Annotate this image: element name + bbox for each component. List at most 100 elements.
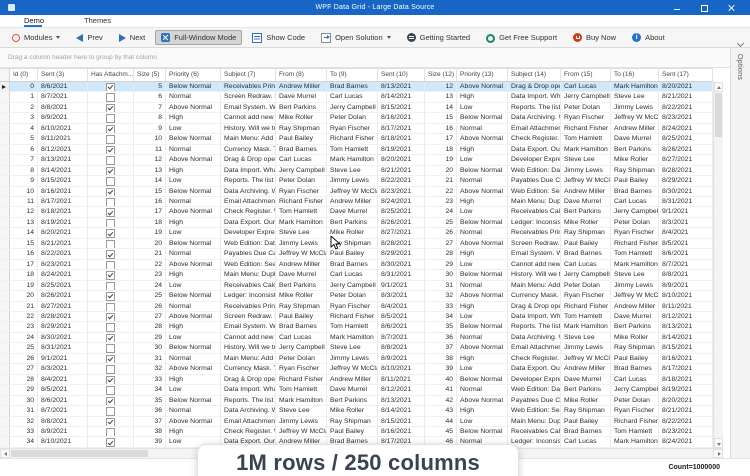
grid-cell[interactable]: 8/3/2021: [378, 291, 425, 301]
grid-cell[interactable]: 8/24/2021: [659, 124, 713, 134]
grid-cell[interactable]: 9: [10, 176, 38, 186]
grid-cell[interactable]: Ray Shipman: [327, 417, 378, 427]
grid-cell[interactable]: Ray Shipman: [611, 166, 659, 176]
column-header-sent-10[interactable]: Sent (10): [378, 69, 425, 81]
grid-cell[interactable]: 24: [425, 207, 457, 217]
toolbar-overflow-chevron-icon[interactable]: [738, 40, 745, 47]
grid-cell[interactable]: [88, 82, 134, 92]
grid-cell[interactable]: Reports. The list of...: [221, 396, 276, 406]
grid-cell[interactable]: High: [166, 270, 221, 280]
grid-cell[interactable]: 8/15/2021: [378, 103, 425, 113]
grid-cell[interactable]: Cannot add new ve...: [508, 260, 561, 270]
grid-cell[interactable]: 8/5/2021: [378, 312, 425, 322]
grid-cell[interactable]: Normal: [166, 302, 221, 312]
grid-cell[interactable]: 8/31/2021: [378, 270, 425, 280]
grid-cell[interactable]: Below Normal: [166, 82, 221, 92]
grid-cell[interactable]: Drag & Drop oper...: [221, 375, 276, 385]
grid-cell[interactable]: 5: [10, 134, 38, 144]
grid-cell[interactable]: Peter Dolan: [276, 354, 327, 364]
grid-cell[interactable]: Mike Roller: [561, 396, 611, 406]
grid-cell[interactable]: [88, 322, 134, 332]
grid-cell[interactable]: 8/26/2021: [659, 145, 713, 155]
table-row[interactable]: 128/18/202117Above NormalCheck Register.…: [0, 207, 713, 217]
grid-cell[interactable]: High: [457, 302, 508, 312]
grid-cell[interactable]: 8/17/2021: [659, 364, 713, 374]
grid-cell[interactable]: Screen Redraw. So...: [221, 92, 276, 102]
grid-cell[interactable]: Above Normal: [457, 343, 508, 353]
grid-cell[interactable]: Normal: [457, 176, 508, 186]
grid-cell[interactable]: Ledger: Inconsisten...: [221, 291, 276, 301]
grid-cell[interactable]: Below Normal: [457, 322, 508, 332]
grid-cell[interactable]: Normal: [457, 385, 508, 395]
grid-cell[interactable]: Jimmy Lewis: [611, 103, 659, 113]
horizontal-scroll-thumb[interactable]: [11, 450, 148, 457]
scroll-down-arrow-icon[interactable]: [714, 438, 723, 448]
grid-cell[interactable]: Email System. Wha...: [221, 322, 276, 332]
grid-cell[interactable]: Andrew Miller: [327, 375, 378, 385]
grid-cell[interactable]: Below Normal: [166, 291, 221, 301]
grid-cell[interactable]: Tom Hamlett: [327, 145, 378, 155]
grid-cell[interactable]: Receivables Calcula...: [221, 281, 276, 291]
grid-cell[interactable]: Above Normal: [166, 260, 221, 270]
grid-cell[interactable]: [88, 281, 134, 291]
column-header-size-12[interactable]: Size (12): [425, 69, 457, 81]
grid-cell[interactable]: Ryan Fischer: [327, 124, 378, 134]
prev-button[interactable]: Prev: [70, 30, 108, 45]
grid-cell[interactable]: 15: [10, 239, 38, 249]
grid-cell[interactable]: Email Attachments...: [508, 124, 561, 134]
grid-cell[interactable]: 23: [425, 197, 457, 207]
grid-cell[interactable]: Jerry Campbell: [611, 385, 659, 395]
grid-cell[interactable]: 10: [134, 134, 166, 144]
attachment-checkbox[interactable]: [106, 240, 115, 249]
attachment-checkbox[interactable]: [106, 93, 115, 102]
table-row[interactable]: 258/31/202130Below NormalHistory. Will w…: [0, 343, 713, 353]
grid-cell[interactable]: Bert Parkins: [276, 103, 327, 113]
grid-cell[interactable]: 17: [134, 207, 166, 217]
grid-cell[interactable]: 8/29/2021: [38, 322, 88, 332]
grid-cell[interactable]: Main Menu: Duplic...: [508, 197, 561, 207]
grid-cell[interactable]: Mark Hamilton: [561, 322, 611, 332]
grid-cell[interactable]: 39: [425, 364, 457, 374]
grid-cell[interactable]: Paul Bailey: [327, 427, 378, 437]
grid-cell[interactable]: 11: [134, 145, 166, 155]
grid-cell[interactable]: Tom Hamlett: [611, 249, 659, 259]
grid-cell[interactable]: Low: [166, 281, 221, 291]
grid-cell[interactable]: [88, 103, 134, 113]
grid-cell[interactable]: 3: [10, 113, 38, 123]
grid-cell[interactable]: 8/11/2021: [659, 302, 713, 312]
get-free-support-button[interactable]: Get Free Support: [480, 30, 563, 46]
column-header-sent-17[interactable]: Sent (17): [659, 69, 713, 81]
attachment-checkbox[interactable]: [106, 386, 115, 395]
grid-cell[interactable]: Steve Lee: [611, 270, 659, 280]
grid-cell[interactable]: Jimmy Lewis: [276, 417, 327, 427]
grid-cell[interactable]: 8/20/2021: [378, 155, 425, 165]
grid-cell[interactable]: Normal: [166, 406, 221, 416]
grid-cell[interactable]: 8/28/2021: [378, 239, 425, 249]
grid-cell[interactable]: 16: [10, 249, 38, 259]
grid-cell[interactable]: Steve Lee: [327, 166, 378, 176]
grid-cell[interactable]: 8/8/2021: [38, 417, 88, 427]
grid-cell[interactable]: [88, 239, 134, 249]
grid-cell[interactable]: Web Edition: Searc...: [221, 260, 276, 270]
grid-cell[interactable]: Screen Redraw. So...: [508, 239, 561, 249]
grid-cell[interactable]: Brad Barnes: [561, 427, 611, 437]
grid-cell[interactable]: 8/29/2021: [378, 249, 425, 259]
grid-cell[interactable]: 37: [134, 417, 166, 427]
grid-cell[interactable]: Above Normal: [166, 417, 221, 427]
grid-cell[interactable]: Richard Fisher: [327, 134, 378, 144]
grid-cell[interactable]: Web Edition: Data...: [221, 239, 276, 249]
grid-cell[interactable]: 8/9/2021: [378, 354, 425, 364]
attachment-checkbox[interactable]: [106, 292, 115, 301]
grid-cell[interactable]: 16: [425, 124, 457, 134]
grid-cell[interactable]: Paul Bailey: [611, 354, 659, 364]
grid-cell[interactable]: Above Normal: [166, 312, 221, 322]
grid-cell[interactable]: 8/13/2021: [659, 322, 713, 332]
grid-cell[interactable]: Normal: [457, 228, 508, 238]
grid-cell[interactable]: Receivables Calcula...: [508, 427, 561, 437]
grid-cell[interactable]: Low: [166, 385, 221, 395]
grid-cell[interactable]: Below Normal: [166, 187, 221, 197]
grid-cell[interactable]: Bert Parkins: [561, 385, 611, 395]
table-row[interactable]: 48/10/20219LowHistory. Will we tra...Ray…: [0, 124, 713, 134]
grid-cell[interactable]: Low: [457, 155, 508, 165]
grid-cell[interactable]: Above Normal: [166, 155, 221, 165]
